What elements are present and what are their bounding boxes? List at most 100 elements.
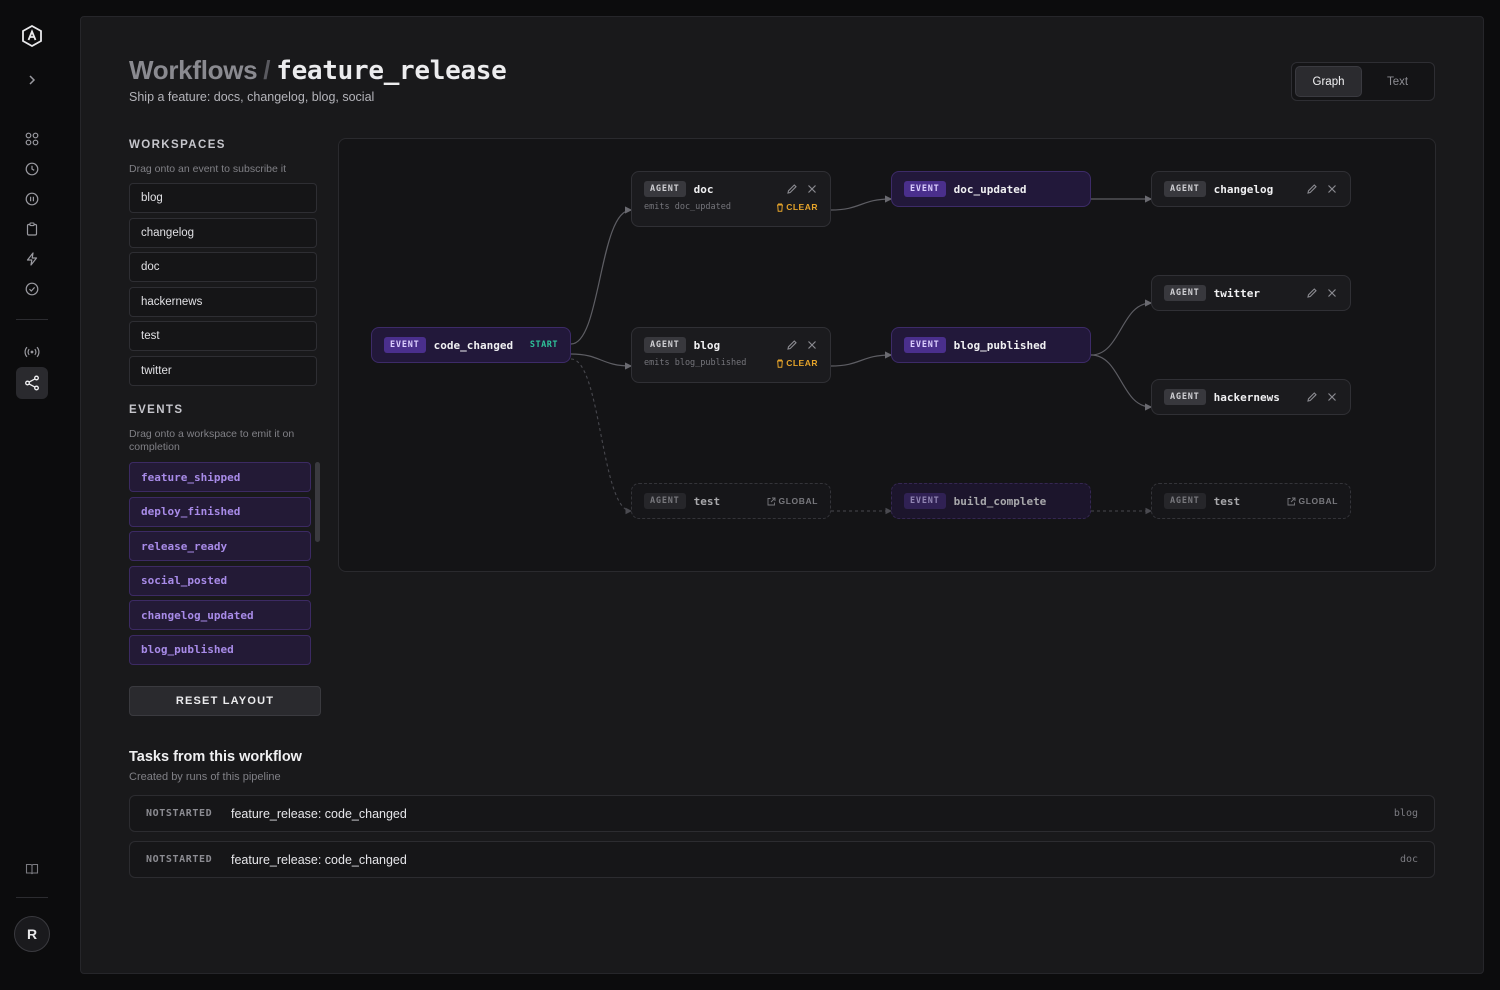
lightning-icon[interactable] xyxy=(16,243,48,275)
edge-code-changed-blog xyxy=(570,353,633,370)
node-agent-test-global-2[interactable]: AGENT test GLOBAL xyxy=(1151,483,1351,519)
node-event-code-changed[interactable]: EVENT code_changed START xyxy=(371,327,571,363)
node-name: test xyxy=(1213,494,1241,508)
edit-pencil-icon[interactable] xyxy=(786,339,798,351)
event-item-deploy-finished[interactable]: deploy_finished xyxy=(129,496,311,527)
trash-icon xyxy=(777,359,784,368)
agent-badge: AGENT xyxy=(1164,285,1206,301)
workspace-item-doc[interactable]: doc xyxy=(129,252,317,282)
agent-badge: AGENT xyxy=(644,181,686,197)
workspace-item-twitter[interactable]: twitter xyxy=(129,355,317,386)
pause-circle-icon[interactable] xyxy=(16,183,48,215)
remove-x-icon[interactable] xyxy=(806,183,818,195)
agent-badge: AGENT xyxy=(1164,493,1206,509)
event-item-changelog-updated[interactable]: changelog_updated xyxy=(129,600,311,630)
task-workspace: doc xyxy=(1399,854,1418,865)
global-link[interactable]: GLOBAL xyxy=(1287,496,1338,506)
event-item-release-ready[interactable]: release_ready xyxy=(129,531,311,561)
view-toggle: Graph Text xyxy=(1291,62,1435,101)
remove-x-icon[interactable] xyxy=(1326,183,1338,195)
node-name: changelog xyxy=(1213,182,1274,196)
broadcast-icon[interactable] xyxy=(16,336,48,368)
workflow-graph[interactable]: EVENT code_changed START AGENT doc emits… xyxy=(338,138,1436,572)
edit-pencil-icon[interactable] xyxy=(1306,391,1318,403)
clipboard-icon[interactable] xyxy=(16,213,48,245)
node-agent-blog[interactable]: AGENT blog emits blog_published CLEAR xyxy=(631,327,831,383)
global-label: GLOBAL xyxy=(1298,496,1338,506)
graph-view-button[interactable]: Graph xyxy=(1295,66,1363,97)
edge-blog-blog-published xyxy=(830,351,893,367)
dashboard-grid-icon[interactable] xyxy=(16,123,48,155)
event-item-blog-published[interactable]: blog_published xyxy=(129,634,311,665)
emits-text: emits blog_published xyxy=(644,358,747,368)
clear-label: CLEAR xyxy=(786,358,818,368)
main-panel: Workflows / feature_release Ship a feature… xyxy=(80,16,1484,974)
workspaces-hint: Drag onto an event to subscribe it xyxy=(129,163,287,175)
event-item-feature-shipped[interactable]: feature_shipped xyxy=(129,462,311,492)
breadcrumb-workflows[interactable]: Workflows xyxy=(129,55,258,85)
edit-pencil-icon[interactable] xyxy=(1306,183,1318,195)
node-name: hackernews xyxy=(1213,390,1280,404)
check-circle-icon[interactable] xyxy=(16,273,48,305)
agent-badge: AGENT xyxy=(644,337,686,353)
edit-pencil-icon[interactable] xyxy=(1306,287,1318,299)
global-link[interactable]: GLOBAL xyxy=(767,496,818,506)
app-logo-icon[interactable] xyxy=(16,20,48,52)
page-title: Workflows / feature_release xyxy=(129,55,507,86)
task-row[interactable]: NOTSTARTED feature_release: code_changed… xyxy=(129,841,1435,878)
workspace-item-hackernews[interactable]: hackernews xyxy=(129,286,317,317)
history-clock-icon[interactable] xyxy=(16,153,48,185)
remove-x-icon[interactable] xyxy=(1326,287,1338,299)
edit-pencil-icon[interactable] xyxy=(786,183,798,195)
event-badge: EVENT xyxy=(904,493,946,509)
node-agent-changelog[interactable]: AGENT changelog xyxy=(1151,171,1351,207)
edge-doc-doc-updated xyxy=(830,195,893,211)
node-name: doc xyxy=(693,182,714,196)
workspaces-heading: WORKSPACES xyxy=(129,139,226,151)
external-link-icon xyxy=(767,497,775,505)
remove-x-icon[interactable] xyxy=(806,339,818,351)
global-label: GLOBAL xyxy=(778,496,818,506)
remove-x-icon[interactable] xyxy=(1326,391,1338,403)
start-badge: START xyxy=(529,340,558,350)
node-event-blog-published[interactable]: EVENT blog_published xyxy=(891,327,1091,363)
events-heading: EVENTS xyxy=(129,404,184,416)
edge-code-changed-test xyxy=(570,358,633,515)
event-list[interactable]: feature_shipped deploy_finished release_… xyxy=(129,462,323,670)
task-workspace: blog xyxy=(1393,808,1418,819)
node-event-doc-updated[interactable]: EVENT doc_updated xyxy=(891,171,1091,207)
edge-code-changed-doc xyxy=(570,206,633,345)
task-title: feature_release: code_changed xyxy=(231,852,407,867)
node-event-build-complete[interactable]: EVENT build_complete xyxy=(891,483,1091,519)
node-agent-test-global[interactable]: AGENT test GLOBAL xyxy=(631,483,831,519)
tasks-heading: Tasks from this workflow xyxy=(129,749,302,765)
workspace-list: blog changelog doc hackernews test twitt… xyxy=(129,183,317,390)
clear-emit-button[interactable]: CLEAR xyxy=(776,358,818,368)
node-agent-hackernews[interactable]: AGENT hackernews xyxy=(1151,379,1351,415)
reset-layout-button[interactable]: RESET LAYOUT xyxy=(129,686,321,716)
event-item-social-posted[interactable]: social_posted xyxy=(129,565,311,596)
docs-book-icon[interactable] xyxy=(16,853,48,885)
node-agent-twitter[interactable]: AGENT twitter xyxy=(1151,275,1351,311)
tasks-subheading: Created by runs of this pipeline xyxy=(129,771,281,783)
expand-chevron-icon[interactable] xyxy=(16,64,48,96)
event-list-scrollbar[interactable] xyxy=(315,462,320,542)
task-status: NOTSTARTED xyxy=(146,808,213,819)
node-name: twitter xyxy=(1213,286,1260,300)
rail-divider xyxy=(16,319,48,320)
user-avatar[interactable]: R xyxy=(14,916,50,952)
workflow-description: Ship a feature: docs, changelog, blog, s… xyxy=(129,90,375,104)
nav-rail: R xyxy=(0,0,64,990)
workspace-item-changelog[interactable]: changelog xyxy=(129,217,317,248)
node-agent-doc[interactable]: AGENT doc emits doc_updated CLEAR xyxy=(631,171,831,227)
agent-badge: AGENT xyxy=(1164,181,1206,197)
workspace-item-blog[interactable]: blog xyxy=(129,183,317,213)
task-row[interactable]: NOTSTARTED feature_release: code_changed… xyxy=(129,795,1435,832)
workspace-item-test[interactable]: test xyxy=(129,321,317,351)
event-badge: EVENT xyxy=(384,337,426,353)
emits-text: emits doc_updated xyxy=(644,202,731,212)
task-title: feature_release: code_changed xyxy=(231,806,407,821)
text-view-button[interactable]: Text xyxy=(1364,66,1431,97)
clear-emit-button[interactable]: CLEAR xyxy=(776,202,818,212)
workflow-share-icon[interactable] xyxy=(16,367,48,399)
